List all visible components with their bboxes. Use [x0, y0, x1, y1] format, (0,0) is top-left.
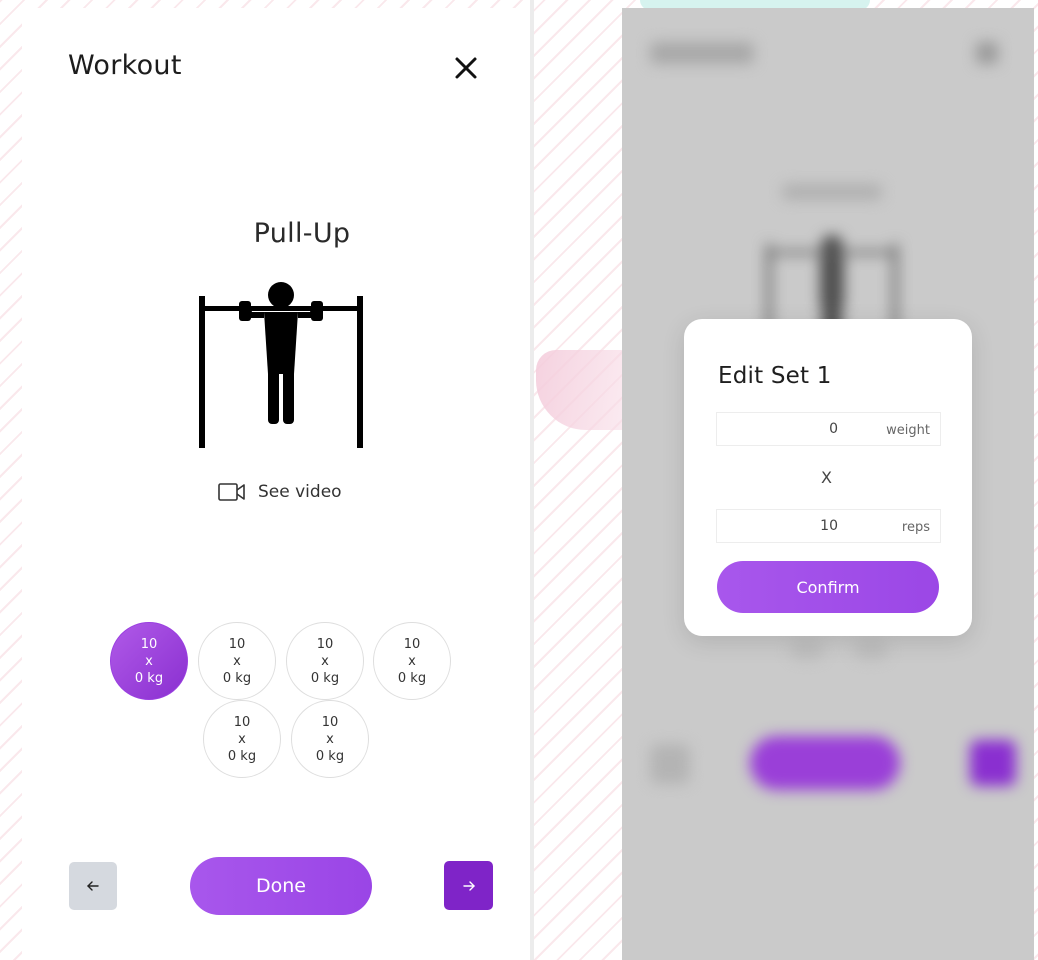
weight-unit-label: weight [886, 423, 930, 438]
confirm-button[interactable]: Confirm [717, 561, 939, 613]
set-2[interactable]: 10 x 0 kg [198, 622, 276, 700]
set-5[interactable]: 10 x 0 kg [203, 700, 281, 778]
edit-set-dialog: Edit Set 1 0 weight X 10 reps Confirm [684, 319, 972, 636]
set-weight: 0 kg [397, 670, 427, 686]
set-reps: 10 [316, 636, 334, 652]
dialog-title: Edit Set 1 [718, 363, 832, 389]
screen-divider [530, 0, 534, 960]
next-exercise-button[interactable] [444, 861, 493, 910]
set-reps: 10 [228, 636, 246, 652]
sets-list: 10 x 0 kg 10 x 0 kg 10 x 0 kg 10 x 0 kg … [110, 622, 460, 782]
done-button[interactable]: Done [190, 857, 372, 915]
exercise-name: Pull-Up [253, 218, 351, 249]
video-camera-icon [218, 483, 245, 501]
set-times: x [145, 653, 153, 669]
set-reps: 10 [140, 636, 158, 652]
set-reps: 10 [233, 714, 251, 730]
set-times: x [326, 731, 334, 747]
close-icon [455, 57, 477, 79]
set-times: x [233, 653, 241, 669]
pull-up-figure-icon [199, 282, 363, 448]
set-weight: 0 kg [315, 748, 345, 764]
set-weight: 0 kg [222, 670, 252, 686]
see-video-link[interactable]: See video [218, 478, 342, 506]
set-times: x [238, 731, 246, 747]
workout-screen: Workout Pull-Up See video 10 x 0 kg 10 x… [22, 8, 530, 960]
previous-exercise-button[interactable] [69, 862, 117, 910]
arrow-right-icon [462, 880, 475, 891]
edit-set-screen: Edit Set 1 0 weight X 10 reps Confirm [622, 8, 1034, 960]
arrow-left-icon [87, 881, 99, 891]
set-6[interactable]: 10 x 0 kg [291, 700, 369, 778]
set-1[interactable]: 10 x 0 kg [110, 622, 188, 700]
set-4[interactable]: 10 x 0 kg [373, 622, 451, 700]
set-reps: 10 [403, 636, 421, 652]
reps-field[interactable]: 10 reps [716, 509, 941, 543]
reps-unit-label: reps [901, 520, 930, 535]
set-weight: 0 kg [227, 748, 257, 764]
weight-value: 0 [829, 421, 838, 437]
close-button[interactable] [452, 54, 480, 82]
set-times: x [408, 653, 416, 669]
weight-field[interactable]: 0 weight [716, 412, 941, 446]
set-weight: 0 kg [310, 670, 340, 686]
set-times: x [321, 653, 329, 669]
times-sign: X [821, 468, 832, 487]
see-video-label: See video [258, 482, 342, 502]
set-weight: 0 kg [134, 670, 164, 686]
set-reps: 10 [321, 714, 339, 730]
decorative-swoosh [536, 350, 626, 430]
reps-value: 10 [820, 518, 838, 534]
page-title: Workout [68, 50, 182, 81]
set-3[interactable]: 10 x 0 kg [286, 622, 364, 700]
